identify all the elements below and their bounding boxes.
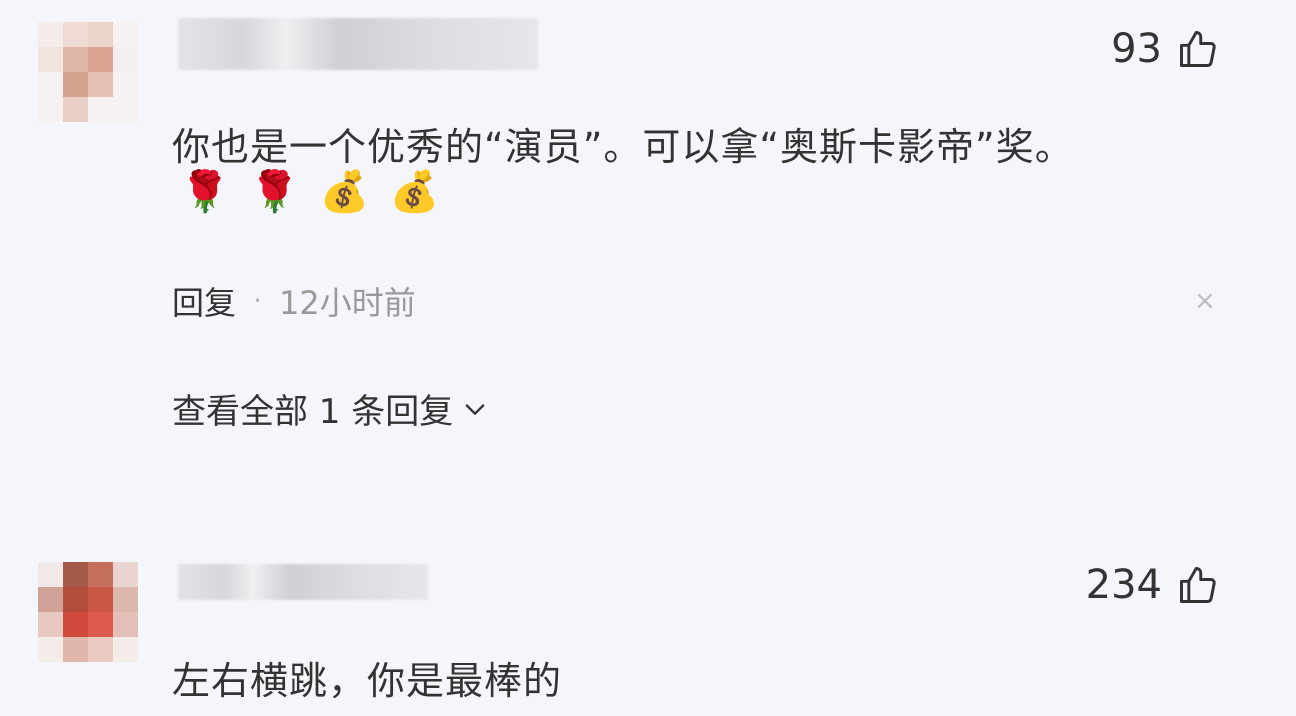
money-bag-icon: 💰 [319, 169, 370, 215]
comment-item-2: 234 左右横跳，你是最棒的 [0, 540, 1296, 716]
avatar-pixel [63, 47, 88, 72]
comment-text: 你也是一个优秀的“演员”。可以拿“奥斯卡影帝”奖。 [172, 125, 1074, 169]
avatar[interactable] [38, 562, 138, 662]
comment-meta: 回复 · 12小时前 [172, 278, 416, 324]
avatar-pixel [88, 637, 113, 662]
chevron-down-icon [465, 403, 485, 415]
avatar-pixel [63, 72, 88, 97]
rose-icon: 🌹 [180, 169, 230, 215]
like-count[interactable]: 234 [1086, 562, 1220, 608]
like-count-value: 234 [1085, 562, 1162, 608]
thumbs-up-icon[interactable] [1176, 27, 1220, 71]
avatar-pixel [113, 97, 138, 122]
avatar-pixel [38, 637, 63, 662]
avatar-pixel [113, 587, 138, 612]
avatar-pixel [113, 612, 138, 637]
avatar-pixel [63, 97, 88, 122]
comment-item-1: 93 你也是一个优秀的“演员”。可以拿“奥斯卡影帝”奖。 🌹 🌹 💰 💰 回复 … [0, 0, 1296, 460]
like-count[interactable]: 93 [1111, 26, 1220, 72]
close-icon[interactable]: × [1194, 286, 1216, 316]
reply-button[interactable]: 回复 [172, 278, 236, 324]
avatar-pixel [113, 562, 138, 587]
avatar-pixel [88, 97, 113, 122]
separator-dot: · [254, 288, 262, 314]
avatar-pixel [113, 22, 138, 47]
rose-icon: 🌹 [249, 169, 300, 215]
avatar-pixel [88, 587, 113, 612]
like-count-value: 93 [1111, 26, 1162, 72]
view-all-replies-button[interactable]: 查看全部 1 条回复 [172, 384, 489, 433]
avatar-pixel [63, 562, 88, 587]
avatar-pixel [63, 612, 88, 637]
avatar-pixel [113, 47, 138, 72]
avatar-pixel [88, 47, 113, 72]
avatar-pixel [88, 72, 113, 97]
thumbs-up-icon[interactable] [1176, 563, 1220, 607]
avatar-pixel [38, 562, 63, 587]
avatar-pixel [63, 637, 88, 662]
comment-text: 左右横跳，你是最棒的 [172, 659, 563, 703]
avatar-pixel [113, 72, 138, 97]
avatar-pixel [38, 72, 63, 97]
avatar-pixel [63, 22, 88, 47]
avatar-pixel [38, 612, 63, 637]
avatar-pixel [38, 22, 63, 47]
avatar-pixel [113, 637, 138, 662]
avatar-pixel [38, 47, 63, 72]
avatar-pixel [88, 22, 113, 47]
view-all-replies-label: 查看全部 1 条回复 [172, 392, 454, 432]
avatar-pixel [88, 562, 113, 587]
avatar-pixel [63, 587, 88, 612]
username-blurred[interactable] [178, 564, 428, 600]
emoji-row: 🌹 🌹 💰 💰 [180, 168, 439, 215]
timestamp: 12小时前 [279, 284, 416, 322]
avatar-pixel [88, 612, 113, 637]
avatar-pixel [38, 97, 63, 122]
money-bag-icon: 💰 [389, 169, 440, 215]
avatar-pixel [38, 587, 63, 612]
avatar[interactable] [38, 22, 138, 122]
username-blurred[interactable] [178, 18, 538, 70]
